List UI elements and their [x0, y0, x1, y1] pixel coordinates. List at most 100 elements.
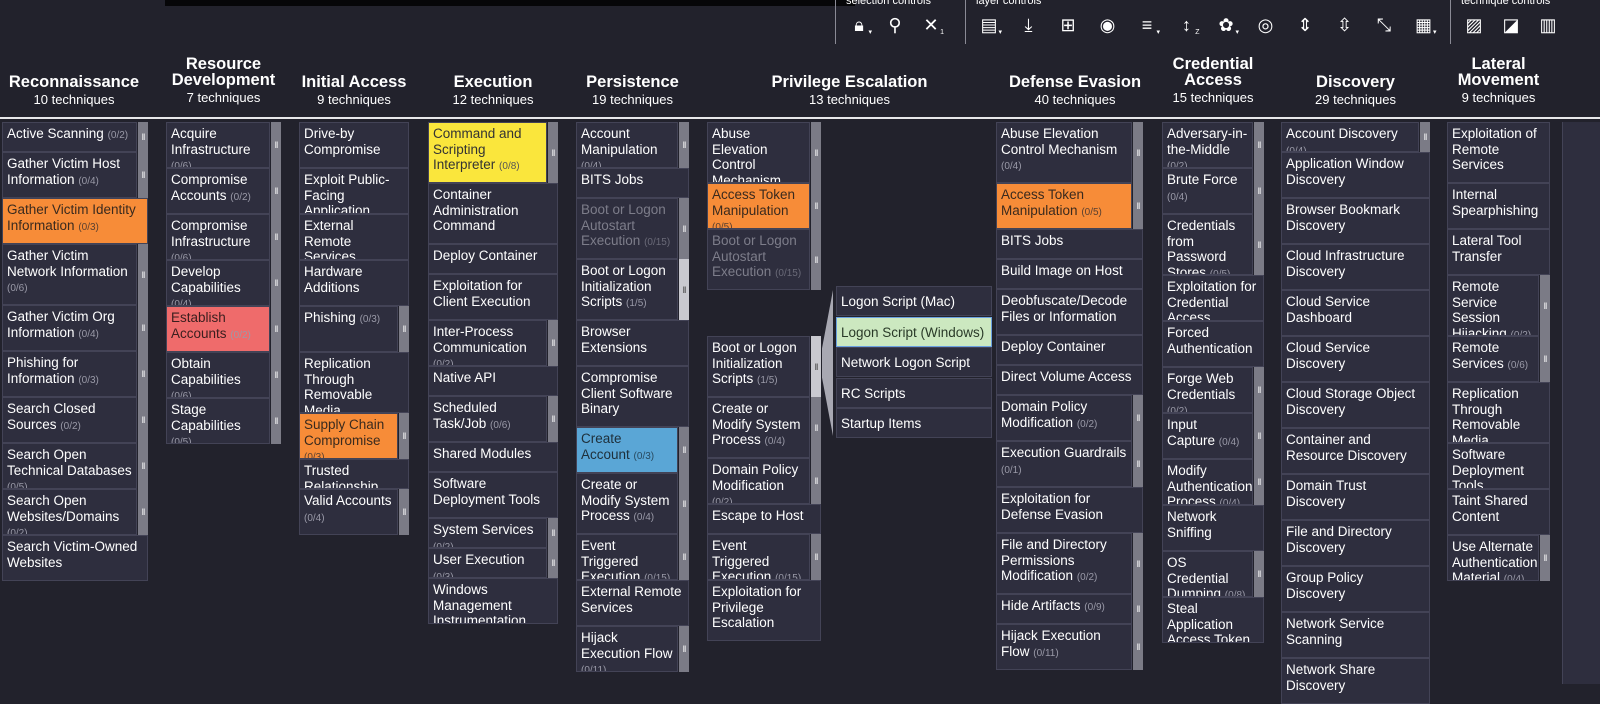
- tactic-header[interactable]: Initial Access 9 techniques: [299, 74, 409, 108]
- expand-subtechniques-handle[interactable]: ‖: [271, 306, 281, 352]
- fill-color-button[interactable]: ◪: [1498, 12, 1524, 38]
- technique-cell[interactable]: Drive-by Compromise: [299, 122, 409, 168]
- expand-subtechniques-handle[interactable]: ‖: [138, 443, 148, 489]
- expand-subtechniques-handle[interactable]: ‖: [271, 398, 281, 444]
- technique-cell[interactable]: Supply Chain Compromise (0/3): [299, 413, 398, 459]
- expand-subtechniques-handle[interactable]: ‖: [399, 306, 409, 352]
- technique-cell[interactable]: Create Account (0/3): [576, 427, 678, 473]
- expand-subtechniques-handle[interactable]: ‖: [1540, 535, 1550, 581]
- technique-cell[interactable]: Use Alternate Authentication Material (0…: [1447, 535, 1539, 581]
- technique-cell[interactable]: Boot or Logon Initialization Scripts (1/…: [576, 259, 678, 320]
- expand-subtechniques-handle[interactable]: ‖: [1254, 168, 1264, 214]
- technique-cell[interactable]: External Remote Services: [299, 214, 409, 260]
- tactic-header[interactable]: Privilege Escalation 13 techniques: [707, 74, 992, 108]
- technique-cell[interactable]: Event Triggered Execution (0/15): [576, 534, 678, 580]
- expand-subtechniques-handle[interactable]: ‖: [811, 397, 821, 458]
- subtechnique-cell[interactable]: Logon Script (Windows): [836, 316, 992, 347]
- technique-cell[interactable]: Browser Bookmark Discovery: [1281, 198, 1430, 244]
- technique-cell[interactable]: Remote Service Session Hijacking (0/2): [1447, 275, 1539, 336]
- expand-subtechniques-handle[interactable]: ‖: [1133, 594, 1143, 624]
- technique-cell[interactable]: Gather Victim Identity Information (0/3): [2, 198, 148, 244]
- download-button[interactable]: ⤓: [1016, 12, 1042, 38]
- expand-subtechniques-handle[interactable]: ‖: [811, 458, 821, 504]
- expand-subtechniques-handle[interactable]: ‖: [679, 626, 689, 672]
- technique-cell[interactable]: Software Deployment Tools: [428, 472, 558, 518]
- technique-cell[interactable]: Input Capture (0/4): [1162, 413, 1253, 459]
- expand-subtechniques-handle[interactable]: ‖: [548, 518, 558, 548]
- technique-cell[interactable]: Shared Modules: [428, 442, 558, 472]
- technique-cell[interactable]: Account Discovery (0/4): [1281, 122, 1419, 152]
- technique-cell[interactable]: Exploitation for Defense Evasion: [996, 487, 1143, 533]
- technique-cell[interactable]: File and Directory Permissions Modificat…: [996, 533, 1132, 594]
- expand-subtechniques-handle[interactable]: ‖: [548, 548, 558, 578]
- technique-cell[interactable]: Search Open Technical Databases (0/5): [2, 443, 137, 489]
- expand-subtechniques-handle[interactable]: ‖: [1254, 122, 1264, 168]
- technique-cell[interactable]: Group Policy Discovery: [1281, 566, 1430, 612]
- technique-cell[interactable]: System Services (0/2): [428, 518, 547, 548]
- subtechnique-cell[interactable]: RC Scripts: [836, 377, 992, 408]
- technique-cell[interactable]: Brute Force (0/4): [1162, 168, 1253, 214]
- technique-cell[interactable]: Gather Victim Host Information (0/4): [2, 152, 137, 198]
- expand-subtechniques-handle[interactable]: ‖: [811, 183, 821, 229]
- technique-cell[interactable]: Taint Shared Content: [1447, 489, 1550, 535]
- expand-subtechniques-handle[interactable]: ‖: [679, 473, 689, 534]
- technique-cell[interactable]: Hardware Additions: [299, 260, 409, 306]
- technique-cell[interactable]: Search Closed Sources (0/2): [2, 397, 137, 443]
- collapse-button[interactable]: ⤡: [1371, 12, 1397, 38]
- expand-subtechniques-handle[interactable]: ‖: [548, 320, 558, 366]
- technique-cell[interactable]: Browser Extensions: [576, 320, 689, 366]
- technique-cell[interactable]: Account Manipulation (0/4): [576, 122, 678, 168]
- tactic-header[interactable]: Defense Evasion 40 techniques: [996, 74, 1154, 108]
- expand-subtechniques-handle[interactable]: ‖: [1420, 122, 1430, 152]
- expand-subtechniques-handle[interactable]: ‖: [1254, 214, 1264, 275]
- technique-cell[interactable]: Container Administration Command: [428, 183, 558, 244]
- technique-cell[interactable]: Escape to Host: [707, 504, 821, 534]
- expand-subtechniques-handle[interactable]: ‖: [1133, 183, 1143, 229]
- technique-cell[interactable]: Abuse Elevation Control Mechanism (0/4): [996, 122, 1132, 183]
- subtechnique-cell[interactable]: Network Logon Script: [836, 347, 992, 377]
- technique-cell[interactable]: Boot or Logon Initialization Scripts (1/…: [707, 336, 810, 397]
- sort-button[interactable]: ↕ Z: [1174, 12, 1200, 38]
- expand-subtechniques-handle[interactable]: ‖: [548, 122, 558, 183]
- technique-cell[interactable]: Develop Capabilities (0/4): [166, 260, 270, 306]
- tactic-header[interactable]: Discovery 29 techniques: [1281, 74, 1430, 108]
- tactic-header[interactable]: Resource Development 7 techniques: [166, 56, 281, 106]
- expand-subtechniques-handle[interactable]: ‖: [271, 260, 281, 306]
- technique-cell[interactable]: Gather Victim Network Information (0/6): [2, 244, 137, 305]
- technique-cell[interactable]: Scheduled Task/Job (0/6): [428, 396, 547, 442]
- layout-button[interactable]: ▦ ▾: [1411, 12, 1437, 38]
- technique-cell[interactable]: Credentials from Password Stores (0/5): [1162, 214, 1253, 275]
- expand-subtechniques-handle[interactable]: ‖: [138, 152, 148, 198]
- expand-subtechniques-handle[interactable]: ‖: [399, 489, 409, 535]
- technique-cell[interactable]: Event Triggered Execution (0/15): [707, 534, 810, 580]
- technique-cell[interactable]: Hide Artifacts (0/9): [996, 594, 1132, 624]
- expand-subtechniques-handle[interactable]: ‖: [271, 168, 281, 214]
- technique-cell[interactable]: Network Service Scanning: [1281, 612, 1430, 658]
- technique-cell[interactable]: Gather Victim Org Information (0/4): [2, 305, 137, 351]
- technique-cell[interactable]: Application Window Discovery: [1281, 152, 1430, 198]
- technique-cell[interactable]: Phishing for Information (0/3): [2, 351, 137, 397]
- technique-cell[interactable]: Direct Volume Access: [996, 365, 1143, 395]
- expand-subtechniques-handle[interactable]: ‖: [1133, 624, 1143, 670]
- tactic-header[interactable]: Credential Access 15 techniques: [1162, 56, 1264, 106]
- technique-cell[interactable]: Search Victim-Owned Websites: [2, 535, 148, 581]
- expand-subtechniques-handle[interactable]: ‖: [271, 352, 281, 398]
- subtechnique-cell[interactable]: Logon Script (Mac): [836, 286, 992, 316]
- expand-subtechniques-handle[interactable]: ‖: [271, 214, 281, 260]
- technique-cell[interactable]: Forge Web Credentials (0/2): [1162, 367, 1253, 413]
- technique-cell[interactable]: Modify Authentication Process (0/4): [1162, 459, 1253, 505]
- layer-info-button[interactable]: ▤ ▾: [976, 12, 1002, 38]
- technique-cell[interactable]: Domain Trust Discovery: [1281, 474, 1430, 520]
- technique-cell[interactable]: Compromise Accounts (0/2): [166, 168, 270, 214]
- technique-cell[interactable]: Compromise Infrastructure (0/6): [166, 214, 270, 260]
- technique-cell[interactable]: Cloud Storage Object Discovery: [1281, 382, 1430, 428]
- expand-subtechniques-handle[interactable]: ‖: [1254, 551, 1264, 597]
- technique-cell[interactable]: File and Directory Discovery: [1281, 520, 1430, 566]
- technique-cell[interactable]: Windows Management Instrumentation: [428, 578, 558, 624]
- technique-cell[interactable]: Hijack Execution Flow (0/11): [996, 624, 1132, 670]
- technique-cell[interactable]: Acquire Infrastructure (0/6): [166, 122, 270, 168]
- technique-cell[interactable]: Access Token Manipulation (0/5): [996, 183, 1132, 229]
- expand-subtechniques-handle[interactable]: ‖: [679, 427, 689, 473]
- deselect-button[interactable]: ✕ 1: [918, 12, 944, 38]
- tactic-header[interactable]: Reconnaissance 10 techniques: [0, 74, 148, 108]
